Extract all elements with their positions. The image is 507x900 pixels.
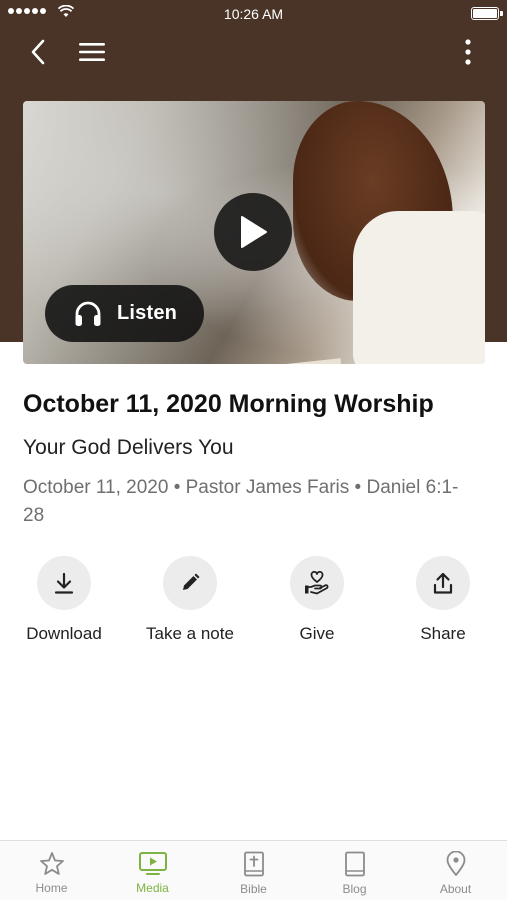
hamburger-menu-icon [79, 43, 105, 61]
back-button[interactable] [20, 34, 56, 70]
tab-about-label: About [439, 882, 472, 896]
tab-about[interactable]: About [405, 841, 506, 900]
give-heart-hand-icon [305, 570, 329, 595]
more-options-button[interactable] [450, 34, 486, 70]
download-icon [54, 572, 74, 594]
play-icon [241, 216, 267, 248]
battery-tip [500, 11, 503, 16]
give-button-circle [290, 556, 344, 610]
listen-audio-button[interactable]: Listen [45, 285, 204, 342]
listen-label: Listen [117, 302, 178, 324]
tv-play-icon [138, 852, 167, 875]
share-button[interactable]: Share [383, 556, 503, 644]
tab-bible[interactable]: Bible [203, 841, 304, 900]
thumbnail-figure-shirt [353, 211, 485, 364]
book-icon [344, 851, 365, 877]
tab-blog[interactable]: Blog [304, 841, 405, 900]
give-button[interactable]: Give [257, 556, 377, 644]
more-vertical-icon [465, 39, 471, 65]
play-video-button[interactable] [214, 193, 292, 271]
take-note-button-circle [163, 556, 217, 610]
sermon-meta: October 11, 2020 • Pastor James Faris • … [23, 477, 459, 526]
share-label: Share [420, 624, 466, 643]
take-note-button[interactable]: Take a note [130, 556, 250, 644]
headphones-icon [75, 301, 101, 326]
download-button[interactable]: Download [4, 556, 124, 644]
location-pin-icon [446, 851, 465, 876]
share-button-circle [416, 556, 470, 610]
give-label: Give [299, 624, 335, 643]
top-nav-bar [0, 30, 507, 74]
download-label: Download [26, 624, 102, 643]
pencil-icon [183, 573, 200, 590]
tab-media[interactable]: Media [102, 841, 203, 900]
action-row: Download Take a note Give Share [0, 556, 507, 656]
status-bar: 10:26 AM [0, 0, 507, 28]
sermon-title: October 11, 2020 Morning Worship [23, 390, 434, 418]
status-time: 10:26 AM [223, 6, 284, 22]
tab-home-label: Home [35, 881, 68, 895]
star-icon [39, 852, 64, 875]
menu-button[interactable] [74, 34, 110, 70]
sermon-subtitle: Your God Delivers You [23, 436, 234, 459]
tab-home[interactable]: Home [1, 841, 102, 900]
bottom-tab-bar: Home Media Bible Blog About [0, 840, 507, 900]
tab-media-label: Media [136, 881, 169, 895]
take-note-label: Take a note [146, 624, 234, 643]
download-button-circle [37, 556, 91, 610]
tab-blog-label: Blog [342, 882, 367, 896]
tab-bible-label: Bible [240, 882, 267, 896]
share-icon [433, 572, 453, 594]
chevron-left-icon [31, 39, 45, 65]
battery-icon [471, 7, 499, 20]
bible-icon [243, 851, 264, 877]
